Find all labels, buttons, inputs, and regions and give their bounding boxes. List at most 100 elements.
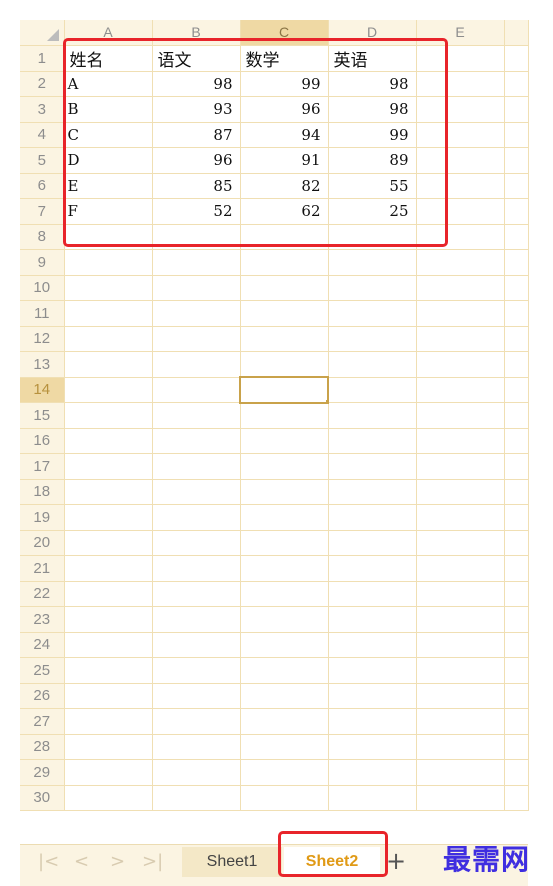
cell[interactable] (328, 428, 417, 454)
cell[interactable] (328, 581, 417, 607)
cell[interactable] (240, 759, 329, 786)
cell[interactable] (240, 479, 329, 505)
cell[interactable] (240, 351, 329, 378)
cell[interactable] (416, 45, 505, 72)
cell[interactable] (152, 428, 241, 454)
cell[interactable] (64, 632, 153, 658)
row-header[interactable]: 8 (20, 224, 65, 250)
cell[interactable] (504, 632, 529, 658)
row-header[interactable]: 4 (20, 122, 65, 148)
cell[interactable] (64, 555, 153, 582)
cell[interactable] (64, 326, 153, 352)
cell[interactable] (240, 785, 329, 811)
cell[interactable] (64, 428, 153, 454)
cell[interactable] (416, 657, 505, 684)
cell[interactable] (64, 224, 153, 250)
cell[interactable] (240, 300, 329, 327)
cell[interactable] (504, 249, 529, 276)
cell[interactable] (504, 198, 529, 225)
column-header-d[interactable]: D (328, 20, 417, 46)
cell-a3[interactable]: B (64, 96, 153, 123)
cell[interactable] (504, 504, 529, 531)
row-header[interactable]: 13 (20, 351, 65, 378)
cell[interactable] (328, 734, 417, 760)
cell[interactable] (416, 173, 505, 199)
cell[interactable] (504, 275, 529, 301)
cell[interactable] (504, 657, 529, 684)
cell[interactable] (504, 402, 529, 429)
row-header[interactable]: 3 (20, 96, 65, 123)
row-header[interactable]: 16 (20, 428, 65, 454)
cell-b3[interactable]: 93 (152, 96, 241, 123)
cell-c1[interactable]: 数学 (240, 45, 329, 72)
cell[interactable] (504, 300, 529, 327)
cell[interactable] (416, 377, 505, 403)
cell[interactable] (328, 504, 417, 531)
cell[interactable] (504, 759, 529, 786)
row-header[interactable]: 9 (20, 249, 65, 276)
row-header[interactable]: 17 (20, 453, 65, 480)
next-sheet-icon[interactable]: > (110, 851, 125, 873)
cell[interactable] (64, 708, 153, 735)
row-header[interactable]: 19 (20, 504, 65, 531)
cell[interactable] (328, 275, 417, 301)
row-header[interactable]: 2 (20, 71, 65, 97)
cell[interactable] (64, 275, 153, 301)
cell-a6[interactable]: E (64, 173, 153, 199)
row-header[interactable]: 12 (20, 326, 65, 352)
cell[interactable] (152, 581, 241, 607)
cell[interactable] (416, 249, 505, 276)
row-header[interactable]: 18 (20, 479, 65, 505)
cell[interactable] (240, 530, 329, 556)
cell[interactable] (504, 96, 529, 123)
cell[interactable] (240, 708, 329, 735)
cell[interactable] (504, 708, 529, 735)
cell[interactable] (416, 402, 505, 429)
cell[interactable] (240, 428, 329, 454)
cell[interactable] (328, 530, 417, 556)
cell[interactable] (152, 377, 241, 403)
column-header-f-partial[interactable] (504, 20, 529, 46)
cell[interactable] (152, 530, 241, 556)
first-sheet-icon[interactable]: |< (38, 851, 59, 873)
row-header[interactable]: 26 (20, 683, 65, 709)
cell[interactable] (64, 581, 153, 607)
cell[interactable] (416, 632, 505, 658)
cell[interactable] (152, 249, 241, 276)
cell-d7[interactable]: 25 (328, 198, 417, 225)
cell[interactable] (64, 300, 153, 327)
cell[interactable] (416, 224, 505, 250)
cell[interactable] (152, 300, 241, 327)
cell-c4[interactable]: 94 (240, 122, 329, 148)
cell[interactable] (328, 402, 417, 429)
cell[interactable] (240, 504, 329, 531)
cell[interactable] (328, 683, 417, 709)
cell[interactable] (416, 504, 505, 531)
cell[interactable] (240, 734, 329, 760)
add-sheet-icon[interactable]: + (386, 847, 406, 875)
row-header[interactable]: 29 (20, 759, 65, 786)
row-header[interactable]: 1 (20, 45, 65, 72)
active-cell-c14[interactable] (239, 376, 329, 404)
cell-d3[interactable]: 98 (328, 96, 417, 123)
cell[interactable] (416, 581, 505, 607)
cell[interactable] (416, 555, 505, 582)
cell[interactable] (416, 734, 505, 760)
cell-b1[interactable]: 语文 (152, 45, 241, 72)
cell[interactable] (416, 785, 505, 811)
cell[interactable] (416, 479, 505, 505)
cell[interactable] (64, 657, 153, 684)
cell[interactable] (328, 759, 417, 786)
row-header[interactable]: 28 (20, 734, 65, 760)
fill-handle[interactable] (325, 400, 327, 402)
cell[interactable] (240, 453, 329, 480)
cell[interactable] (328, 785, 417, 811)
row-header[interactable]: 24 (20, 632, 65, 658)
cell-b7[interactable]: 52 (152, 198, 241, 225)
cell[interactable] (152, 555, 241, 582)
cell-b5[interactable]: 96 (152, 147, 241, 174)
cell[interactable] (240, 275, 329, 301)
cell[interactable] (64, 683, 153, 709)
cell[interactable] (504, 479, 529, 505)
cell[interactable] (504, 785, 529, 811)
